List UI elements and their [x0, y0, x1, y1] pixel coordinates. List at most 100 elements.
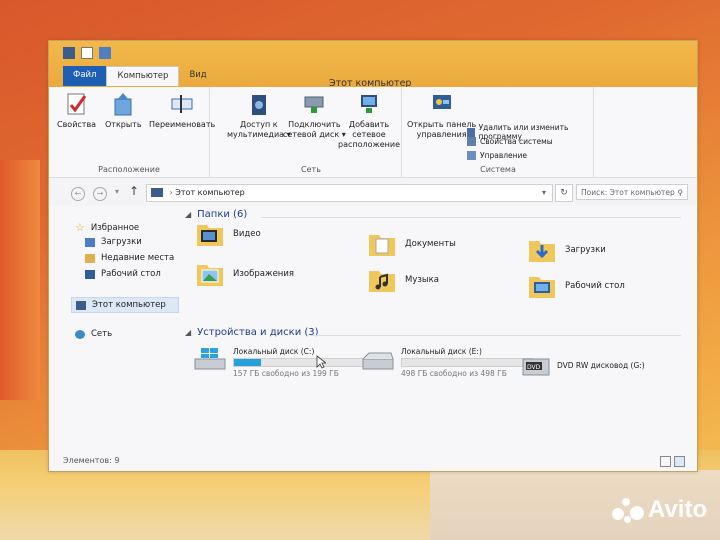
search-icon[interactable]: ⚲	[678, 185, 684, 201]
nav-recent-label: Недавние места	[101, 253, 175, 263]
back-button[interactable]: ←	[71, 187, 85, 201]
this-pc-icon	[76, 300, 86, 310]
properties-label: Свойства	[57, 120, 97, 129]
drive-e-free: 498 ГБ свободно из 498 ГБ	[401, 369, 507, 378]
system-group: Открыть панель управления Удалить или из…	[403, 87, 594, 177]
collapse-chevron-icon[interactable]: ◢	[185, 210, 191, 219]
tab-view[interactable]: Вид	[179, 66, 216, 86]
manage-icon	[467, 151, 476, 160]
system-group-label: Система	[480, 165, 516, 174]
drive-e[interactable]: Локальный диск (E:) 498 ГБ свободно из 4…	[361, 347, 533, 378]
folder-music-label: Музыка	[405, 275, 439, 285]
large-icons-view-icon[interactable]	[674, 456, 685, 467]
media-label-2: мультимедиа ▾	[227, 130, 291, 139]
music-folder-icon	[369, 271, 395, 292]
downloads-folder-icon	[529, 241, 555, 262]
drive-g-label: DVD RW дисковод (G:)	[557, 361, 645, 370]
open-control-panel-button[interactable]: Открыть панель управления	[407, 91, 476, 140]
recent-places-icon	[85, 253, 95, 263]
computer-icon[interactable]	[63, 47, 75, 59]
drive-c[interactable]: Локальный диск (C:) 157 ГБ свободно из 1…	[193, 347, 365, 378]
pictures-folder-icon	[197, 265, 223, 286]
network-drive-icon	[304, 96, 324, 113]
breadcrumb-chevron-icon: ›	[169, 188, 173, 197]
tab-computer[interactable]: Компьютер	[106, 66, 180, 86]
mouse-cursor-icon	[316, 355, 326, 369]
media-icon	[251, 95, 266, 115]
manage-label: Управление	[480, 151, 528, 160]
control-panel-label-1: Открыть панель	[407, 120, 477, 129]
location-group: Свойства Открыть Переименовать Расположе…	[49, 87, 215, 177]
ribbon-tabs: Файл Компьютер Вид	[63, 66, 217, 86]
avito-watermark: Avito	[612, 496, 707, 524]
programs-icon	[467, 127, 475, 137]
network-location-icon	[361, 95, 377, 113]
open-button[interactable]: Открыть	[105, 91, 142, 130]
devices-section-header[interactable]: ◢ Устройства и диски (3)	[185, 327, 319, 338]
details-view-icon[interactable]	[660, 456, 671, 467]
new-folder-qat-icon[interactable]	[99, 47, 111, 59]
address-dropdown-icon[interactable]: ▾	[542, 185, 546, 201]
content-area: ◢ Папки (6) Видео Документы Загрузки Изо…	[181, 209, 691, 453]
refresh-button[interactable]: ↻	[555, 184, 573, 202]
network-group-label: Сеть	[301, 165, 321, 174]
explorer-window: Файл Компьютер Вид Этот компьютер – □ ✕ …	[48, 40, 698, 472]
folder-downloads[interactable]: Загрузки	[527, 235, 606, 265]
video-folder-icon	[197, 225, 223, 246]
open-label: Открыть	[105, 120, 142, 129]
search-placeholder: Поиск: Этот компьютер	[581, 188, 675, 197]
avito-watermark-text: Avito	[648, 496, 708, 523]
tab-file[interactable]: Файл	[63, 66, 107, 86]
control-panel-icon	[432, 95, 451, 109]
folder-video[interactable]: Видео	[195, 219, 261, 249]
nav-this-pc-label: Этот компьютер	[92, 300, 166, 310]
address-box[interactable]: › Этот компьютер ▾	[146, 184, 553, 202]
folder-desktop[interactable]: Рабочий стол	[527, 271, 625, 301]
drive-c-usage-fill	[234, 359, 262, 366]
this-pc-address-icon	[151, 188, 163, 197]
properties-qat-icon[interactable]	[81, 47, 93, 59]
address-bar-row: ← → ▾ ↑ › Этот компьютер ▾ ↻ Поиск: Этот…	[49, 178, 697, 206]
avito-logo-icon	[612, 496, 644, 524]
drive-e-label: Локальный диск (E:)	[401, 347, 482, 356]
network-group: Доступ к мультимедиа ▾ Подключить сетево…	[221, 87, 402, 177]
manage-button[interactable]: Управление	[467, 151, 527, 160]
check-properties-icon	[67, 93, 86, 115]
nav-desktop[interactable]: Рабочий стол	[85, 269, 161, 279]
search-input[interactable]: Поиск: Этот компьютер ⚲	[576, 184, 688, 200]
collapse-chevron-icon[interactable]: ◢	[185, 328, 191, 337]
nav-this-pc[interactable]: Этот компьютер	[71, 297, 179, 313]
system-properties-button[interactable]: Свойства системы	[467, 137, 553, 146]
control-panel-label-2: управления	[416, 130, 467, 139]
nav-recent-places[interactable]: Недавние места	[85, 253, 174, 263]
navigation-pane: ☆ Избранное Загрузки Недавние места Рабо…	[49, 207, 179, 453]
forward-button[interactable]: →	[93, 187, 107, 201]
media-access-button[interactable]: Доступ к мультимедиа ▾	[227, 91, 291, 140]
drive-c-label: Локальный диск (C:)	[233, 347, 315, 356]
folder-desktop-label: Рабочий стол	[565, 281, 625, 291]
drive-e-usage-bar	[401, 358, 533, 367]
properties-button[interactable]: Свойства	[57, 91, 96, 130]
nav-desktop-label: Рабочий стол	[101, 269, 161, 279]
drive-g[interactable]: DVD DVD RW дисковод (G:)	[521, 355, 645, 379]
up-arrow-icon[interactable]: ↑	[129, 184, 139, 198]
folder-pictures[interactable]: Изображения	[195, 259, 294, 289]
section-divider	[261, 217, 681, 218]
desktop-folder-icon	[529, 277, 555, 298]
rename-button[interactable]: Переименовать	[149, 91, 215, 130]
folder-music[interactable]: Музыка	[367, 265, 439, 295]
drive-c-usage-bar	[233, 358, 365, 367]
nav-downloads-label: Загрузки	[101, 237, 142, 247]
nav-favorites[interactable]: ☆ Избранное	[75, 221, 139, 234]
recent-locations-chevron-icon[interactable]: ▾	[115, 187, 119, 196]
location-group-label: Расположение	[98, 165, 160, 174]
nav-network[interactable]: Сеть	[75, 329, 112, 339]
documents-folder-icon	[369, 235, 395, 256]
windows-drive-icon	[194, 348, 226, 370]
status-bar: Элементов: 9	[49, 453, 697, 471]
nav-downloads[interactable]: Загрузки	[85, 237, 142, 247]
folder-documents[interactable]: Документы	[367, 229, 456, 259]
breadcrumb[interactable]: Этот компьютер	[175, 188, 244, 197]
add-network-location-button[interactable]: Добавить сетевое расположение	[337, 91, 401, 150]
title-bar: Файл Компьютер Вид Этот компьютер	[49, 41, 697, 91]
